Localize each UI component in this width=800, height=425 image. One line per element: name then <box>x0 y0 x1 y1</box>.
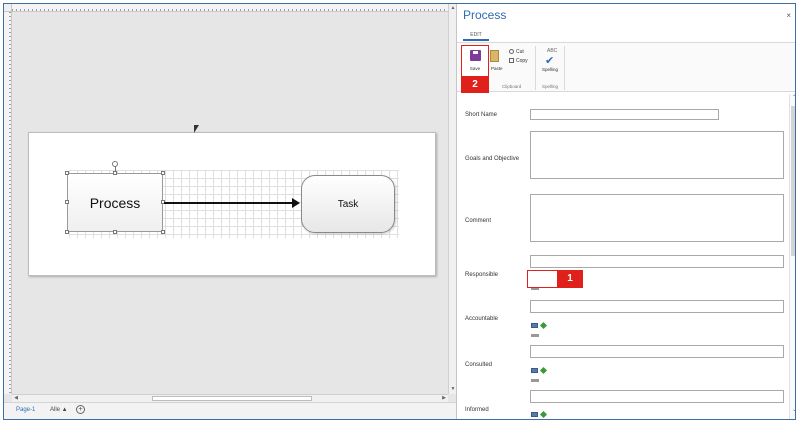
copy-button-label: Copy <box>516 58 528 64</box>
callout-badge-1: 1 <box>557 271 583 287</box>
panel-title: Process <box>463 8 507 22</box>
short-name-label: Short Name <box>465 112 498 118</box>
picker-underline-icon <box>531 379 539 382</box>
address-book-icon[interactable] <box>531 368 538 373</box>
diagram-canvas[interactable]: Process Task ▲ ▼ ◀ ▶ Page-1 Alle ▲ + <box>4 4 456 419</box>
chevron-down-icon[interactable]: ⌄ <box>790 406 795 413</box>
process-shape[interactable]: Process <box>67 173 163 232</box>
copy-button[interactable]: Copy <box>509 58 528 64</box>
selection-handle-top-left[interactable] <box>65 171 69 175</box>
all-pages-menu[interactable]: Alle ▲ <box>50 407 68 413</box>
canvas-horizontal-scrollbar[interactable]: ◀ ▶ <box>12 394 448 402</box>
close-icon[interactable]: × <box>786 11 791 20</box>
connector-arrowhead <box>292 198 300 208</box>
selection-handle-bottom-right[interactable] <box>161 230 165 234</box>
horizontal-ruler <box>12 4 448 12</box>
floppy-disk-icon <box>470 50 481 61</box>
address-book-icon[interactable] <box>531 412 538 417</box>
scrollbar-thumb[interactable] <box>152 396 312 401</box>
ribbon-separator <box>564 46 565 90</box>
vertical-ruler <box>4 12 12 394</box>
selection-handle-top-right[interactable] <box>161 171 165 175</box>
scrollbar-thumb[interactable] <box>791 106 795 256</box>
responsible-label: Responsible <box>465 272 499 278</box>
check-names-icon[interactable] <box>539 410 548 419</box>
short-name-field[interactable] <box>530 109 719 120</box>
goals-label: Goals and Objective <box>465 156 520 162</box>
selection-handle-bottom-left[interactable] <box>65 230 69 234</box>
responsible-field[interactable] <box>530 255 784 268</box>
ribbon: Save 2 Paste Cut Copy Clipboard ABC ✔ Sp… <box>457 42 795 93</box>
scissors-icon <box>509 49 514 55</box>
selection-handle-bottom[interactable] <box>113 230 117 234</box>
page-tab-page-1[interactable]: Page-1 <box>16 407 35 413</box>
picker-underline-icon <box>531 334 539 337</box>
paste-button-label[interactable]: Paste <box>491 66 503 71</box>
connector-line[interactable] <box>164 202 294 204</box>
clipboard-group-label: Clipboard <box>502 84 522 89</box>
selection-handle-left[interactable] <box>65 200 69 204</box>
task-shape[interactable]: Task <box>301 175 395 233</box>
task-shape-label: Task <box>337 198 359 210</box>
informed-label: Informed <box>465 407 489 413</box>
comment-field[interactable] <box>530 194 784 242</box>
canvas-vertical-scrollbar[interactable]: ▲ ▼ <box>448 4 456 394</box>
spelling-group-label: Spelling <box>542 84 559 89</box>
spelling-button[interactable]: Spelling <box>542 67 558 72</box>
comment-label: Comment <box>465 218 492 224</box>
address-book-icon[interactable] <box>531 323 538 328</box>
tab-edit[interactable]: EDIT <box>463 29 489 41</box>
accountable-label: Accountable <box>465 316 499 322</box>
scroll-left-icon[interactable]: ◀ <box>12 395 20 402</box>
scroll-right-icon[interactable]: ▶ <box>440 395 448 402</box>
checkmark-icon: ✔ <box>545 55 555 67</box>
accountable-field[interactable] <box>530 300 784 313</box>
goals-field[interactable] <box>530 131 784 179</box>
paste-icon[interactable] <box>490 50 499 62</box>
consulted-label: Consulted <box>465 362 493 368</box>
ribbon-separator <box>535 46 536 90</box>
copy-icon <box>509 58 514 64</box>
drawing-page[interactable]: Process Task <box>28 132 436 276</box>
chevron-up-icon[interactable]: ⌃ <box>790 94 795 101</box>
process-form: Short Name Goals and Objective Comment R… <box>457 94 789 419</box>
process-shape-label: Process <box>89 194 141 211</box>
save-button[interactable]: Save <box>461 45 489 77</box>
callout-badge-2: 2 <box>461 77 489 93</box>
ruler-corner <box>4 4 12 12</box>
properties-panel: Process × EDIT Save 2 Paste Cut Copy Cli… <box>456 4 795 419</box>
cut-button-label: Cut <box>516 49 524 55</box>
informed-field[interactable] <box>530 390 784 403</box>
app-window: Process Task ▲ ▼ ◀ ▶ Page-1 Alle ▲ + Pro… <box>3 3 796 420</box>
add-page-icon[interactable]: + <box>76 405 85 414</box>
page-tab-bar: Page-1 Alle ▲ + <box>4 402 456 419</box>
panel-vertical-scrollbar[interactable]: ⌃ ⌄ <box>789 94 795 419</box>
save-button-label: Save <box>469 66 481 71</box>
selection-handle-top[interactable] <box>113 171 117 175</box>
mouse-cursor-icon <box>194 125 199 133</box>
consulted-field[interactable] <box>530 345 784 358</box>
check-names-icon[interactable] <box>539 366 548 375</box>
cut-button[interactable]: Cut <box>509 49 524 55</box>
check-names-icon[interactable] <box>539 321 548 330</box>
